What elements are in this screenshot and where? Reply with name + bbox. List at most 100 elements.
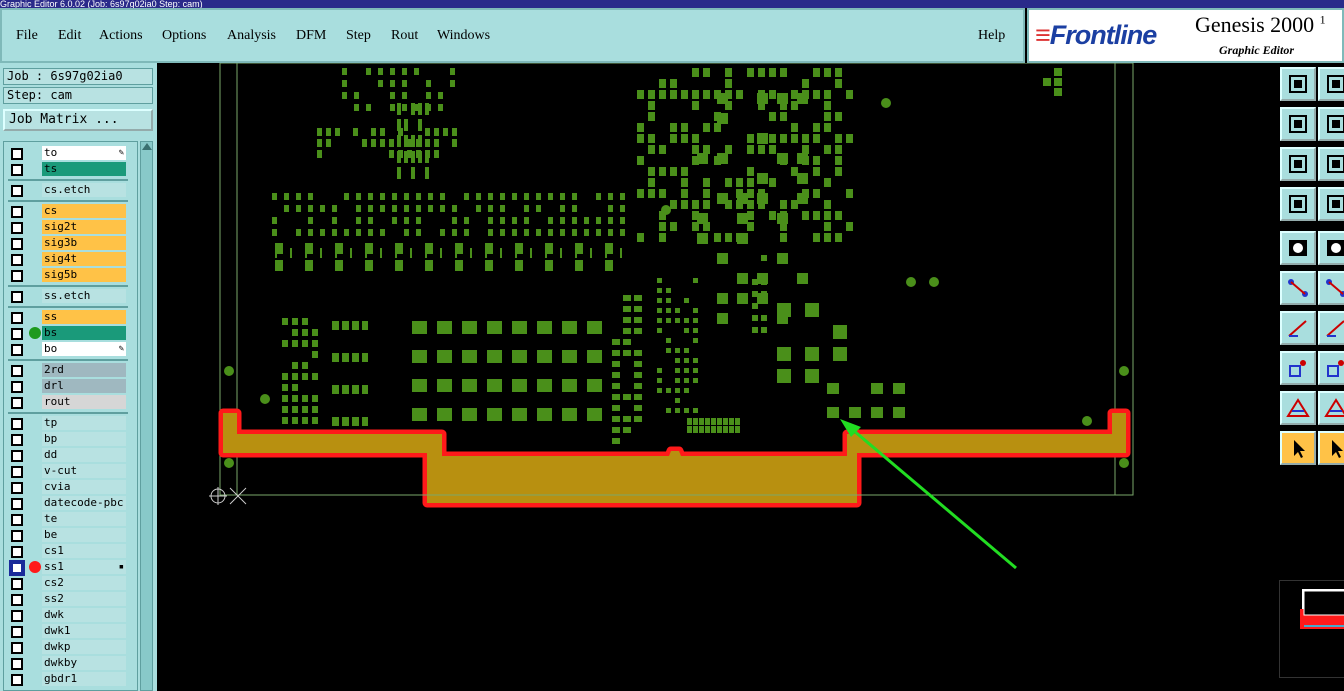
layer-name[interactable]: rout	[42, 395, 126, 409]
layer-name[interactable]: sig3b	[42, 236, 126, 250]
layer-row[interactable]: cvia	[8, 480, 128, 494]
layer-row[interactable]: ss	[8, 310, 128, 324]
layer-display-checkbox[interactable]	[11, 254, 23, 266]
layer-name[interactable]: dwk	[42, 608, 126, 622]
layer-name[interactable]: ss1 ▪	[42, 560, 126, 574]
menu-edit[interactable]: Edit	[58, 28, 81, 44]
zoom-out-tool-button[interactable]	[1318, 107, 1344, 141]
layer-row[interactable]: dwk1	[8, 624, 128, 638]
layer-display-checkbox[interactable]	[11, 312, 23, 324]
layer-display-checkbox[interactable]	[11, 594, 23, 606]
snap-tool-button[interactable]	[1280, 231, 1316, 265]
layer-row[interactable]: to ✎	[8, 146, 128, 160]
layer-name[interactable]: dwk1	[42, 624, 126, 638]
layer-row[interactable]: bs	[8, 326, 128, 340]
pad-tool-button[interactable]	[1280, 351, 1316, 385]
layer-display-indicator-icon[interactable]	[29, 327, 41, 339]
menu-help[interactable]: Help	[978, 28, 1005, 44]
layer-display-checkbox[interactable]	[11, 626, 23, 638]
layer-name[interactable]: cs2	[42, 576, 126, 590]
layer-name[interactable]: sig5b	[42, 268, 126, 282]
layer-row[interactable]: ss.etch	[8, 289, 128, 303]
layer-row[interactable]: cs	[8, 204, 128, 218]
layer-row[interactable]: dd	[8, 448, 128, 462]
layer-name[interactable]: gbdr1	[42, 672, 126, 686]
layer-scrollbar[interactable]	[140, 141, 153, 691]
layer-display-checkbox[interactable]	[11, 238, 23, 250]
zoom-in-tool-button[interactable]	[1280, 107, 1316, 141]
menu-options[interactable]: Options	[162, 28, 206, 44]
layer-display-checkbox[interactable]	[11, 148, 23, 160]
layer-display-checkbox[interactable]	[11, 397, 23, 409]
layer-display-checkbox[interactable]	[11, 546, 23, 558]
layer-row[interactable]: be	[8, 528, 128, 542]
node-tool-button[interactable]	[1280, 271, 1316, 305]
layer-row[interactable]: ss1 ▪	[8, 560, 128, 576]
layer-row[interactable]: v-cut	[8, 464, 128, 478]
layer-row[interactable]: datecode-pbc	[8, 496, 128, 510]
layer-display-checkbox[interactable]	[11, 578, 23, 590]
layer-row[interactable]: dwkby	[8, 656, 128, 670]
layer-display-checkbox[interactable]	[11, 270, 23, 282]
layer-display-checkbox[interactable]	[11, 185, 23, 197]
layer-display-checkbox[interactable]	[11, 381, 23, 393]
layer-name[interactable]: sig2t	[42, 220, 126, 234]
layer-row[interactable]: bp	[8, 432, 128, 446]
layer-display-checkbox[interactable]	[11, 365, 23, 377]
layer-display-checkbox[interactable]	[11, 642, 23, 654]
scroll-up-icon[interactable]	[142, 143, 152, 150]
cross-tool-button[interactable]	[1318, 271, 1344, 305]
menu-step[interactable]: Step	[346, 28, 371, 44]
layer-name[interactable]: ss	[42, 310, 126, 324]
arc-tool-button[interactable]	[1280, 311, 1316, 345]
minimap[interactable]	[1279, 580, 1344, 678]
layer-display-checkbox[interactable]	[11, 164, 23, 176]
polygon2-tool-button[interactable]	[1318, 391, 1344, 425]
layer-display-indicator-icon[interactable]	[29, 561, 41, 573]
arc2-tool-button[interactable]	[1318, 311, 1344, 345]
layer-display-checkbox[interactable]	[11, 434, 23, 446]
layer-name[interactable]: v-cut	[42, 464, 126, 478]
layer-name[interactable]: cs.etch	[42, 183, 126, 197]
line-tool-button[interactable]	[1318, 231, 1344, 265]
layer-up-tool-button[interactable]	[1280, 67, 1316, 101]
layer-display-checkbox[interactable]	[11, 450, 23, 462]
layer-display-checkbox[interactable]	[11, 674, 23, 686]
layer-display-checkbox[interactable]	[11, 418, 23, 430]
menu-windows[interactable]: Windows	[437, 28, 490, 44]
menu-actions[interactable]: Actions	[99, 28, 143, 44]
polygon-tool-button[interactable]	[1280, 391, 1316, 425]
layer-name[interactable]: cs	[42, 204, 126, 218]
layer-display-checkbox[interactable]	[11, 291, 23, 303]
layer-row[interactable]: cs1	[8, 544, 128, 558]
layer-display-checkbox[interactable]	[9, 560, 25, 576]
layer-name[interactable]: bs	[42, 326, 126, 340]
layer-row[interactable]: sig5b	[8, 268, 128, 282]
layer-row[interactable]: sig2t	[8, 220, 128, 234]
layer-row[interactable]: rout	[8, 395, 128, 409]
layer-row[interactable]: ss2	[8, 592, 128, 606]
layer-display-checkbox[interactable]	[11, 466, 23, 478]
graphic-canvas[interactable]	[157, 63, 1277, 691]
layer-display-checkbox[interactable]	[11, 222, 23, 234]
grid-tool-button[interactable]	[1318, 187, 1344, 221]
fit-tool-button[interactable]	[1280, 147, 1316, 181]
select-tool-button[interactable]	[1280, 431, 1316, 465]
layer-row[interactable]: sig3b	[8, 236, 128, 250]
measure-tool-button[interactable]	[1280, 187, 1316, 221]
menu-dfm[interactable]: DFM	[296, 28, 326, 44]
layer-name[interactable]: tp	[42, 416, 126, 430]
layer-down-tool-button[interactable]	[1318, 67, 1344, 101]
layer-row[interactable]: tp	[8, 416, 128, 430]
layer-display-checkbox[interactable]	[11, 344, 23, 356]
layer-row[interactable]: gbdr1	[8, 672, 128, 686]
layer-name[interactable]: te	[42, 512, 126, 526]
layer-row[interactable]: ts	[8, 162, 128, 176]
layer-name[interactable]: dwkp	[42, 640, 126, 654]
pan-tool-button[interactable]	[1318, 147, 1344, 181]
menu-analysis[interactable]: Analysis	[227, 28, 276, 44]
layer-row[interactable]: sig4t	[8, 252, 128, 266]
layer-row[interactable]: 2rd	[8, 363, 128, 377]
layer-display-checkbox[interactable]	[11, 514, 23, 526]
line-split-tool-button[interactable]	[1318, 351, 1344, 385]
